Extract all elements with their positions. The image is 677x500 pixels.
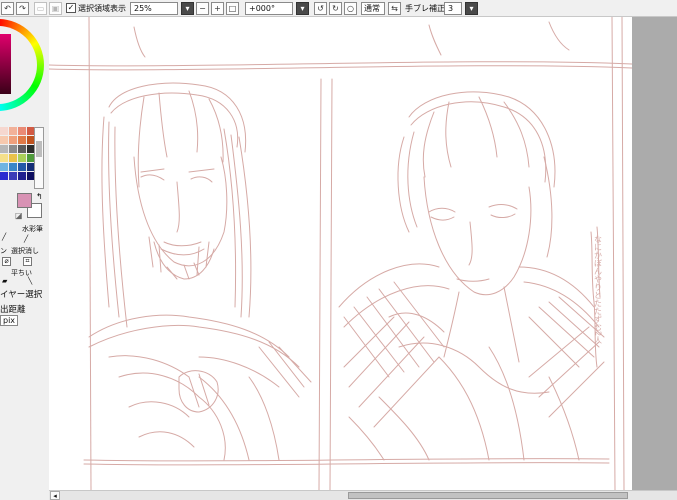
select-all-icon: ▣	[51, 3, 60, 13]
color-swatch[interactable]	[9, 163, 17, 171]
brush-icon: ╱	[24, 235, 29, 243]
flip-button[interactable]: ⇆	[388, 2, 401, 15]
horizontal-scrollbar[interactable]: ◂	[49, 490, 677, 500]
flat-brush-icon: ╲	[28, 277, 33, 285]
zoom-in-button[interactable]: +	[211, 2, 224, 15]
saturation-value-square[interactable]	[0, 34, 11, 94]
tool-grid: 水彩筆 ╱ ╱ ン 選択消し ⌀ ⌗ 平ちい ▰ ╲	[0, 225, 46, 287]
undo-icon: ↶	[4, 3, 11, 13]
panel-border	[318, 78, 322, 490]
panel-border	[611, 17, 616, 490]
blend-mode-select[interactable]: 通常	[361, 2, 385, 15]
deselect-button[interactable]: ▭	[34, 2, 47, 15]
panel-border	[88, 17, 92, 490]
color-swatch[interactable]	[0, 145, 8, 153]
color-swatch[interactable]	[18, 154, 26, 162]
foreground-color-box[interactable]	[17, 193, 32, 208]
rotate-reset-button[interactable]: ○	[344, 2, 357, 15]
zoom-reset-button[interactable]: □	[226, 2, 239, 15]
redo-button[interactable]: ↷	[16, 2, 29, 15]
flat-brush-icon: ▰	[2, 277, 8, 285]
stabilizer-dropdown-button[interactable]: ▾	[465, 2, 478, 15]
sketch-canvas[interactable]: なにかぼんやりとたたずむ2人	[49, 17, 677, 490]
canvas-outer-margin	[632, 17, 677, 490]
unit-select[interactable]: pix	[0, 315, 19, 326]
rotate-left-button[interactable]: ↺	[314, 2, 327, 15]
zoom-out-button[interactable]: −	[196, 2, 209, 15]
reset-colors-icon[interactable]: ◪	[15, 211, 23, 220]
panel-border	[83, 458, 610, 462]
zoom-dropdown-button[interactable]: ▾	[181, 2, 194, 15]
reset-zoom-icon: □	[228, 3, 237, 13]
stabilizer-field[interactable]: 3	[444, 2, 462, 15]
panel-border	[329, 78, 333, 490]
flip-icon: ⇆	[391, 3, 398, 13]
rotate-left-icon: ↺	[317, 3, 324, 13]
tool-select-erase[interactable]: 選択消し	[11, 247, 39, 256]
arrow-left-icon: ◂	[53, 492, 57, 500]
show-selection-checkbox[interactable]: ✓	[66, 3, 76, 13]
color-swatch[interactable]	[0, 154, 8, 162]
tool-watercolor[interactable]: 水彩筆	[22, 225, 43, 234]
eraser-icon: ⌀	[2, 257, 11, 266]
color-swatch[interactable]	[18, 145, 26, 153]
layer-select-option[interactable]: イヤー選択	[0, 288, 42, 300]
color-swatch[interactable]	[9, 127, 17, 135]
redo-icon: ↷	[19, 3, 26, 13]
color-swatch[interactable]	[9, 136, 17, 144]
plus-icon: +	[214, 3, 221, 13]
color-swatches	[0, 127, 35, 180]
scroll-thumb[interactable]	[36, 141, 42, 157]
paint-app-window: ↶ ↷ ▭ ▣ ✓ 選択領域表示 25% ▾ − + □ +000° ▾ ↺ ↻…	[0, 0, 677, 500]
color-swatch[interactable]	[18, 136, 26, 144]
rotation-dropdown-button[interactable]: ▾	[296, 2, 309, 15]
color-swatch[interactable]	[0, 136, 8, 144]
canvas-area[interactable]: なにかぼんやりとたたずむ2人	[49, 17, 677, 490]
scroll-thumb[interactable]	[348, 492, 628, 499]
rotation-field[interactable]: +000°	[245, 2, 293, 15]
color-swatch[interactable]	[18, 163, 26, 171]
color-swatch[interactable]	[0, 172, 8, 180]
color-swatch[interactable]	[9, 154, 17, 162]
left-panel: ↰ ◪ 水彩筆 ╱ ╱ ン 選択消し ⌀ ⌗ 平ちい ▰ ╲ イヤー選択 出距離…	[0, 17, 48, 500]
rotate-right-button[interactable]: ↻	[329, 2, 342, 15]
minus-icon: −	[199, 3, 206, 13]
chevron-down-icon: ▾	[300, 3, 305, 13]
chevron-down-icon: ▾	[469, 3, 474, 13]
panel-border	[83, 462, 610, 466]
distance-label: 出距離	[0, 305, 26, 315]
chevron-down-icon: ▾	[185, 3, 190, 13]
toolbar: ↶ ↷ ▭ ▣ ✓ 選択領域表示 25% ▾ − + □ +000° ▾ ↺ ↻…	[0, 0, 677, 17]
select-erase-icon: ⌗	[23, 257, 32, 266]
color-swatch[interactable]	[0, 127, 8, 135]
brush-icon: ╱	[2, 233, 7, 241]
color-swatch[interactable]	[18, 172, 26, 180]
deselect-icon: ▭	[36, 3, 45, 13]
show-selection-label: 選択領域表示	[78, 4, 126, 13]
swatch-scrollbar[interactable]	[34, 127, 44, 189]
color-swatch[interactable]	[18, 127, 26, 135]
stabilizer-label: 手ブレ補正	[405, 4, 445, 13]
select-all-button[interactable]: ▣	[49, 2, 62, 15]
scroll-left-arrow[interactable]: ◂	[50, 491, 60, 500]
undo-button[interactable]: ↶	[1, 2, 14, 15]
color-swatch[interactable]	[0, 163, 8, 171]
side-note-text: なにかぼんやりとたたずむ2人	[594, 235, 603, 344]
panel-border	[621, 17, 625, 490]
zoom-field[interactable]: 25%	[130, 2, 178, 15]
panel-border	[49, 65, 633, 71]
color-swatch[interactable]	[9, 145, 17, 153]
panel-border	[49, 61, 633, 67]
tool-fragment[interactable]: ン	[0, 247, 7, 256]
color-swatch[interactable]	[9, 172, 17, 180]
rotate-right-icon: ↻	[332, 3, 339, 13]
swap-colors-icon[interactable]: ↰	[36, 192, 43, 201]
rotate-reset-icon: ○	[347, 3, 354, 13]
